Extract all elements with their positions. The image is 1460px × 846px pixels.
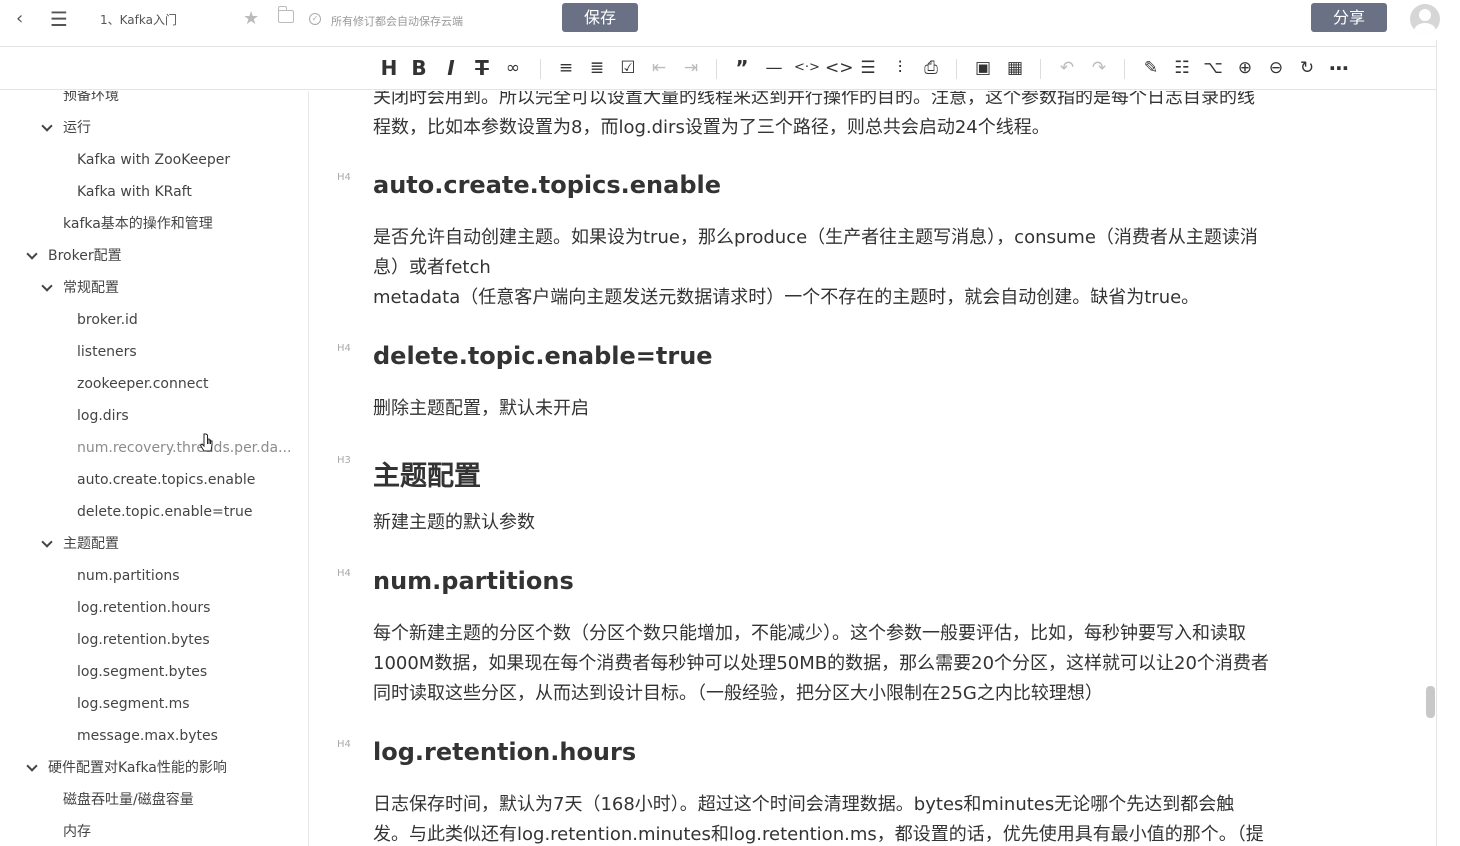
- outdent-icon[interactable]: ⇤: [647, 57, 671, 79]
- indent-icon[interactable]: ⇥: [679, 57, 703, 79]
- italic-icon[interactable]: I: [439, 57, 463, 79]
- redo-icon[interactable]: ↷: [1087, 57, 1111, 79]
- check-circle-icon: ✓: [309, 13, 321, 25]
- image-icon[interactable]: ▣: [971, 57, 995, 79]
- heading-level-tag: H4: [337, 343, 351, 354]
- note-icon[interactable]: ☷: [1170, 57, 1194, 79]
- save-button[interactable]: 保存: [562, 3, 638, 32]
- numbered-list-icon[interactable]: ≣: [585, 57, 609, 79]
- paragraph: 发。与此类似还有log.retention.minutes和log.retent…: [373, 824, 1264, 845]
- paragraph: 删除主题配置，默认未开启: [373, 398, 589, 419]
- refresh-icon[interactable]: ↻: [1295, 57, 1319, 79]
- outline-item[interactable]: auto.create.topics.enable: [77, 471, 255, 489]
- save-status: 所有修订都会自动保存云端: [331, 15, 463, 28]
- folder-icon[interactable]: [277, 6, 294, 23]
- undo-icon[interactable]: ↶: [1055, 57, 1079, 79]
- outline-item[interactable]: log.segment.ms: [77, 695, 190, 713]
- paragraph: 新建主题的默认参数: [373, 512, 535, 533]
- clear-format-icon[interactable]: ⫶: [888, 57, 912, 79]
- paragraph: 程数，比如本参数设置为8，而log.dirs设置为了三个路径，则总共会启动24个…: [373, 117, 1050, 138]
- outline-item[interactable]: 磁盘吞吐量/磁盘容量: [63, 791, 194, 809]
- menu-icon[interactable]: ☰: [50, 8, 68, 30]
- avatar[interactable]: [1410, 4, 1440, 34]
- align-icon[interactable]: ☰: [856, 57, 880, 79]
- editor-toolbar: H B I T ∞ ≡ ≣ ☑ ⇤ ⇥ ” — <·> <> ☰ ⫶ ⎙ ▣ ▦…: [0, 46, 1436, 90]
- outline-item[interactable]: 常规配置: [63, 279, 119, 297]
- outline-item[interactable]: message.max.bytes: [77, 727, 218, 745]
- bold-icon[interactable]: B: [407, 57, 431, 79]
- window-edge: [1436, 40, 1437, 846]
- heading-icon[interactable]: H: [377, 57, 401, 79]
- heading-level-tag: H4: [337, 568, 351, 579]
- chevron-down-icon[interactable]: [41, 120, 53, 132]
- paragraph: 是否允许自动创建主题。如果设为true，那么produce（生产者往主题写消息）…: [373, 227, 1258, 248]
- chevron-down-icon[interactable]: [41, 536, 53, 548]
- section-heading: delete.topic.enable=true: [373, 342, 713, 370]
- star-icon[interactable]: ★: [243, 8, 259, 29]
- chevron-down-icon[interactable]: [41, 280, 53, 292]
- outline-item[interactable]: log.dirs: [77, 407, 129, 425]
- horizontal-rule-icon[interactable]: —: [762, 57, 786, 79]
- inline-code-icon[interactable]: <·>: [794, 57, 820, 79]
- mindmap-icon[interactable]: ⌥: [1201, 57, 1225, 79]
- document-title[interactable]: 1、Kafka入门: [100, 11, 177, 28]
- heading-level-tag: H3: [337, 455, 351, 466]
- outline-item[interactable]: zookeeper.connect: [77, 375, 209, 393]
- code-block-icon[interactable]: <>: [825, 57, 854, 79]
- outline-item[interactable]: num.recovery.threads.per.da...: [77, 439, 291, 457]
- edit-icon[interactable]: ✎: [1139, 57, 1163, 79]
- chevron-down-icon[interactable]: [26, 248, 38, 260]
- paragraph: metadata（任意客户端向主题发送元数据请求时）一个不存在的主题时，就会自动…: [373, 287, 1200, 308]
- outline-item[interactable]: listeners: [77, 343, 137, 361]
- section-heading: num.partitions: [373, 567, 574, 595]
- outline-item[interactable]: 运行: [63, 119, 91, 137]
- outline-item[interactable]: Broker配置: [48, 247, 122, 265]
- heading-level-tag: H4: [337, 739, 351, 750]
- share-button[interactable]: 分享: [1311, 3, 1387, 32]
- paragraph: 每个新建主题的分区个数（分区个数只能增加，不能减少）。这个参数一般要评估，比如，…: [373, 623, 1246, 644]
- checklist-icon[interactable]: ☑: [616, 57, 640, 79]
- chevron-down-icon[interactable]: [26, 760, 38, 772]
- more-icon[interactable]: ⋯: [1327, 57, 1351, 79]
- scrollbar-thumb[interactable]: [1426, 686, 1435, 718]
- table-icon[interactable]: ▦: [1003, 57, 1027, 79]
- link-icon[interactable]: ∞: [501, 57, 525, 79]
- outline-item[interactable]: 内存: [63, 823, 91, 841]
- outline-item[interactable]: 主题配置: [63, 535, 119, 553]
- paragraph: 同时读取这些分区，从而达到设计目标。（一般经验，把分区大小限制在25G之内比较理…: [373, 683, 1103, 704]
- outline-item[interactable]: log.retention.hours: [77, 599, 210, 617]
- quote-icon[interactable]: ”: [730, 57, 754, 79]
- paragraph: 关闭时会用到。所以完全可以设置大量的线程来达到并行操作的目的。注意，这个参数指的…: [373, 91, 1255, 108]
- document-content: 关闭时会用到。所以完全可以设置大量的线程来达到并行操作的目的。注意，这个参数指的…: [310, 91, 1426, 846]
- outline-sidebar: 预备环境运行 Kafka with ZooKeeper Kafka with KRa…: [0, 91, 309, 846]
- section-heading: auto.create.topics.enable: [373, 171, 721, 199]
- outline-item[interactable]: 预备环境: [63, 91, 119, 105]
- back-icon[interactable]: ‹: [16, 8, 23, 30]
- paragraph: 日志保存时间，默认为7天（168小时）。超过这个时间会清理数据。bytes和mi…: [373, 794, 1235, 815]
- paragraph: 1000M数据，如果现在每个消费者每秒钟可以处理50MB的数据，那么需要20个分…: [373, 653, 1269, 674]
- strikethrough-icon[interactable]: T: [470, 57, 494, 79]
- outline-item[interactable]: Kafka with ZooKeeper: [77, 151, 230, 169]
- paragraph: 息）或者fetch: [373, 257, 491, 278]
- zoom-in-icon[interactable]: ⊕: [1233, 57, 1257, 79]
- section-heading: 主题配置: [373, 461, 481, 492]
- section-heading: log.retention.hours: [373, 738, 637, 766]
- bullet-list-icon[interactable]: ≡: [554, 57, 578, 79]
- outline-item[interactable]: 硬件配置对Kafka性能的影响: [48, 759, 227, 777]
- outline-item[interactable]: kafka基本的操作和管理: [63, 215, 213, 233]
- outline-item[interactable]: num.partitions: [77, 567, 180, 585]
- outline-item[interactable]: Kafka with KRaft: [77, 183, 192, 201]
- attachment-icon[interactable]: ⎙: [919, 57, 943, 79]
- heading-level-tag: H4: [337, 172, 351, 183]
- outline-item[interactable]: log.segment.bytes: [77, 663, 207, 681]
- top-bar: ‹ ☰ 1、Kafka入门 ★ ✓ 所有修订都会自动保存云端 保存 分享: [0, 0, 1460, 40]
- outline-item[interactable]: log.retention.bytes: [77, 631, 210, 649]
- zoom-out-icon[interactable]: ⊖: [1264, 57, 1288, 79]
- outline-item[interactable]: delete.topic.enable=true: [77, 503, 252, 521]
- outline-item[interactable]: broker.id: [77, 311, 138, 329]
